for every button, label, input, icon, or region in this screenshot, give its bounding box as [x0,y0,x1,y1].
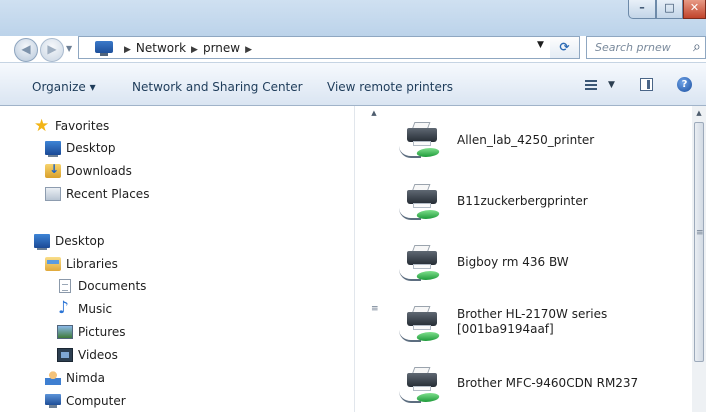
printer-item[interactable]: Brother MFC-9460CDN RM237 [399,361,689,407]
content-scrollbar[interactable]: ▲ ≡ [692,106,706,412]
change-view-icon[interactable] [585,79,597,91]
title-bar: – □ ✕ [0,0,706,36]
recent-places-icon [45,187,61,201]
back-button[interactable]: ◀ [14,38,38,62]
printer-name: Brother HL-2170W series [001ba9194aaf] [457,307,607,337]
network-printer-icon [399,306,451,346]
forward-button[interactable]: ▶ [40,38,64,62]
network-printer-icon [399,367,451,407]
more-options-dropdown-icon[interactable]: ▼ [608,80,615,90]
nav-item-label: Favorites [55,119,110,133]
breadcrumb-network[interactable]: Network [136,41,186,55]
printer-name-line1: Brother HL-2170W series [457,307,608,321]
printer-name: Brother MFC-9460CDN RM237 [457,376,639,390]
printer-item[interactable]: Allen_lab_4250_printer [399,116,689,162]
printer-item[interactable]: Brother HL-2170W series [001ba9194aaf] [399,300,689,346]
printer-list: Allen_lab_4250_printer B11zuckerbergprin… [381,106,692,412]
nav-item-label: Libraries [66,257,118,271]
command-bar: Organize ▾ Network and Sharing Center Vi… [0,62,706,106]
refresh-icon: ⟳ [559,40,570,54]
address-bar[interactable]: ▶ Network ▶ prnew ▶ ▼ [78,36,578,59]
close-button[interactable]: ✕ [683,0,706,19]
printer-name-line2: [001ba9194aaf] [457,322,554,336]
nav-item-label: Nimda [66,371,105,385]
navigation-pane: Favorites Desktop Downloads Recent Place… [0,106,355,412]
document-icon [59,279,71,293]
organize-button[interactable]: Organize ▾ [32,80,96,94]
address-dropdown-icon[interactable]: ▼ [537,40,544,50]
nav-item-label: Desktop [66,141,116,155]
refresh-button[interactable]: ⟳ [550,36,580,59]
pictures-icon [57,325,73,339]
music-note-icon [57,298,73,318]
scroll-grip-icon[interactable]: ≡ [696,228,704,238]
desktop-icon [45,141,61,157]
close-icon: ✕ [689,1,700,14]
nav-item-label: Downloads [66,164,132,178]
scroll-up-icon[interactable]: ▲ [692,106,706,120]
breadcrumb-prnew[interactable]: prnew [203,41,240,55]
videos-icon [57,348,73,362]
nav-item-label: Videos [78,348,118,362]
printer-name: B11zuckerbergprinter [457,194,588,208]
downloads-folder-icon [45,162,61,178]
breadcrumb: ▶ Network ▶ prnew ▶ [119,41,257,55]
scroll-grip-icon[interactable]: ≡ [371,304,379,314]
network-printer-icon [399,122,451,162]
network-printer-icon [399,184,451,224]
nav-item-label: Music [78,302,113,316]
nav-item-label: Recent Places [66,187,150,201]
nav-item-label: Desktop [55,234,105,248]
network-icon [95,41,113,56]
breadcrumb-separator-icon[interactable]: ▶ [245,45,252,55]
preview-pane-icon[interactable] [640,78,653,91]
computer-icon [45,394,61,408]
star-icon [34,116,50,136]
printer-item[interactable]: B11zuckerbergprinter [399,178,689,224]
minimize-button[interactable]: – [628,0,656,19]
search-box[interactable]: Search prnew ⌕ [586,36,706,59]
breadcrumb-separator-icon[interactable]: ▶ [191,45,198,55]
forward-arrow-icon: ▶ [47,42,57,56]
magnifier-icon[interactable]: ⌕ [693,39,701,55]
network-printer-icon [399,245,451,285]
maximize-button[interactable]: □ [656,0,683,19]
desktop-icon [34,234,50,250]
libraries-icon [45,257,61,271]
minimize-icon: – [639,1,645,14]
search-input[interactable]: Search prnew [595,41,671,54]
printer-item[interactable]: Bigboy rm 436 BW [399,239,689,285]
printer-name: Bigboy rm 436 BW [457,255,569,269]
network-sharing-center-button[interactable]: Network and Sharing Center [132,80,303,94]
breadcrumb-separator-icon[interactable]: ▶ [124,45,131,55]
maximize-icon: □ [664,1,675,14]
recent-pages-dropdown[interactable]: ▼ [66,44,72,53]
help-icon[interactable]: ? [677,77,692,92]
user-folder-icon [45,371,61,385]
nav-item-label: Pictures [78,325,126,339]
nav-item-label: Documents [78,279,147,293]
printer-name: Allen_lab_4250_printer [457,133,595,147]
view-remote-printers-button[interactable]: View remote printers [327,80,453,94]
scroll-up-icon[interactable]: ▲ [367,106,381,120]
scroll-thumb[interactable] [694,122,704,362]
navigation-scrollbar[interactable]: ▲ ≡ [367,106,381,412]
nav-item-label: Computer [66,394,126,408]
back-arrow-icon: ◀ [21,42,31,56]
